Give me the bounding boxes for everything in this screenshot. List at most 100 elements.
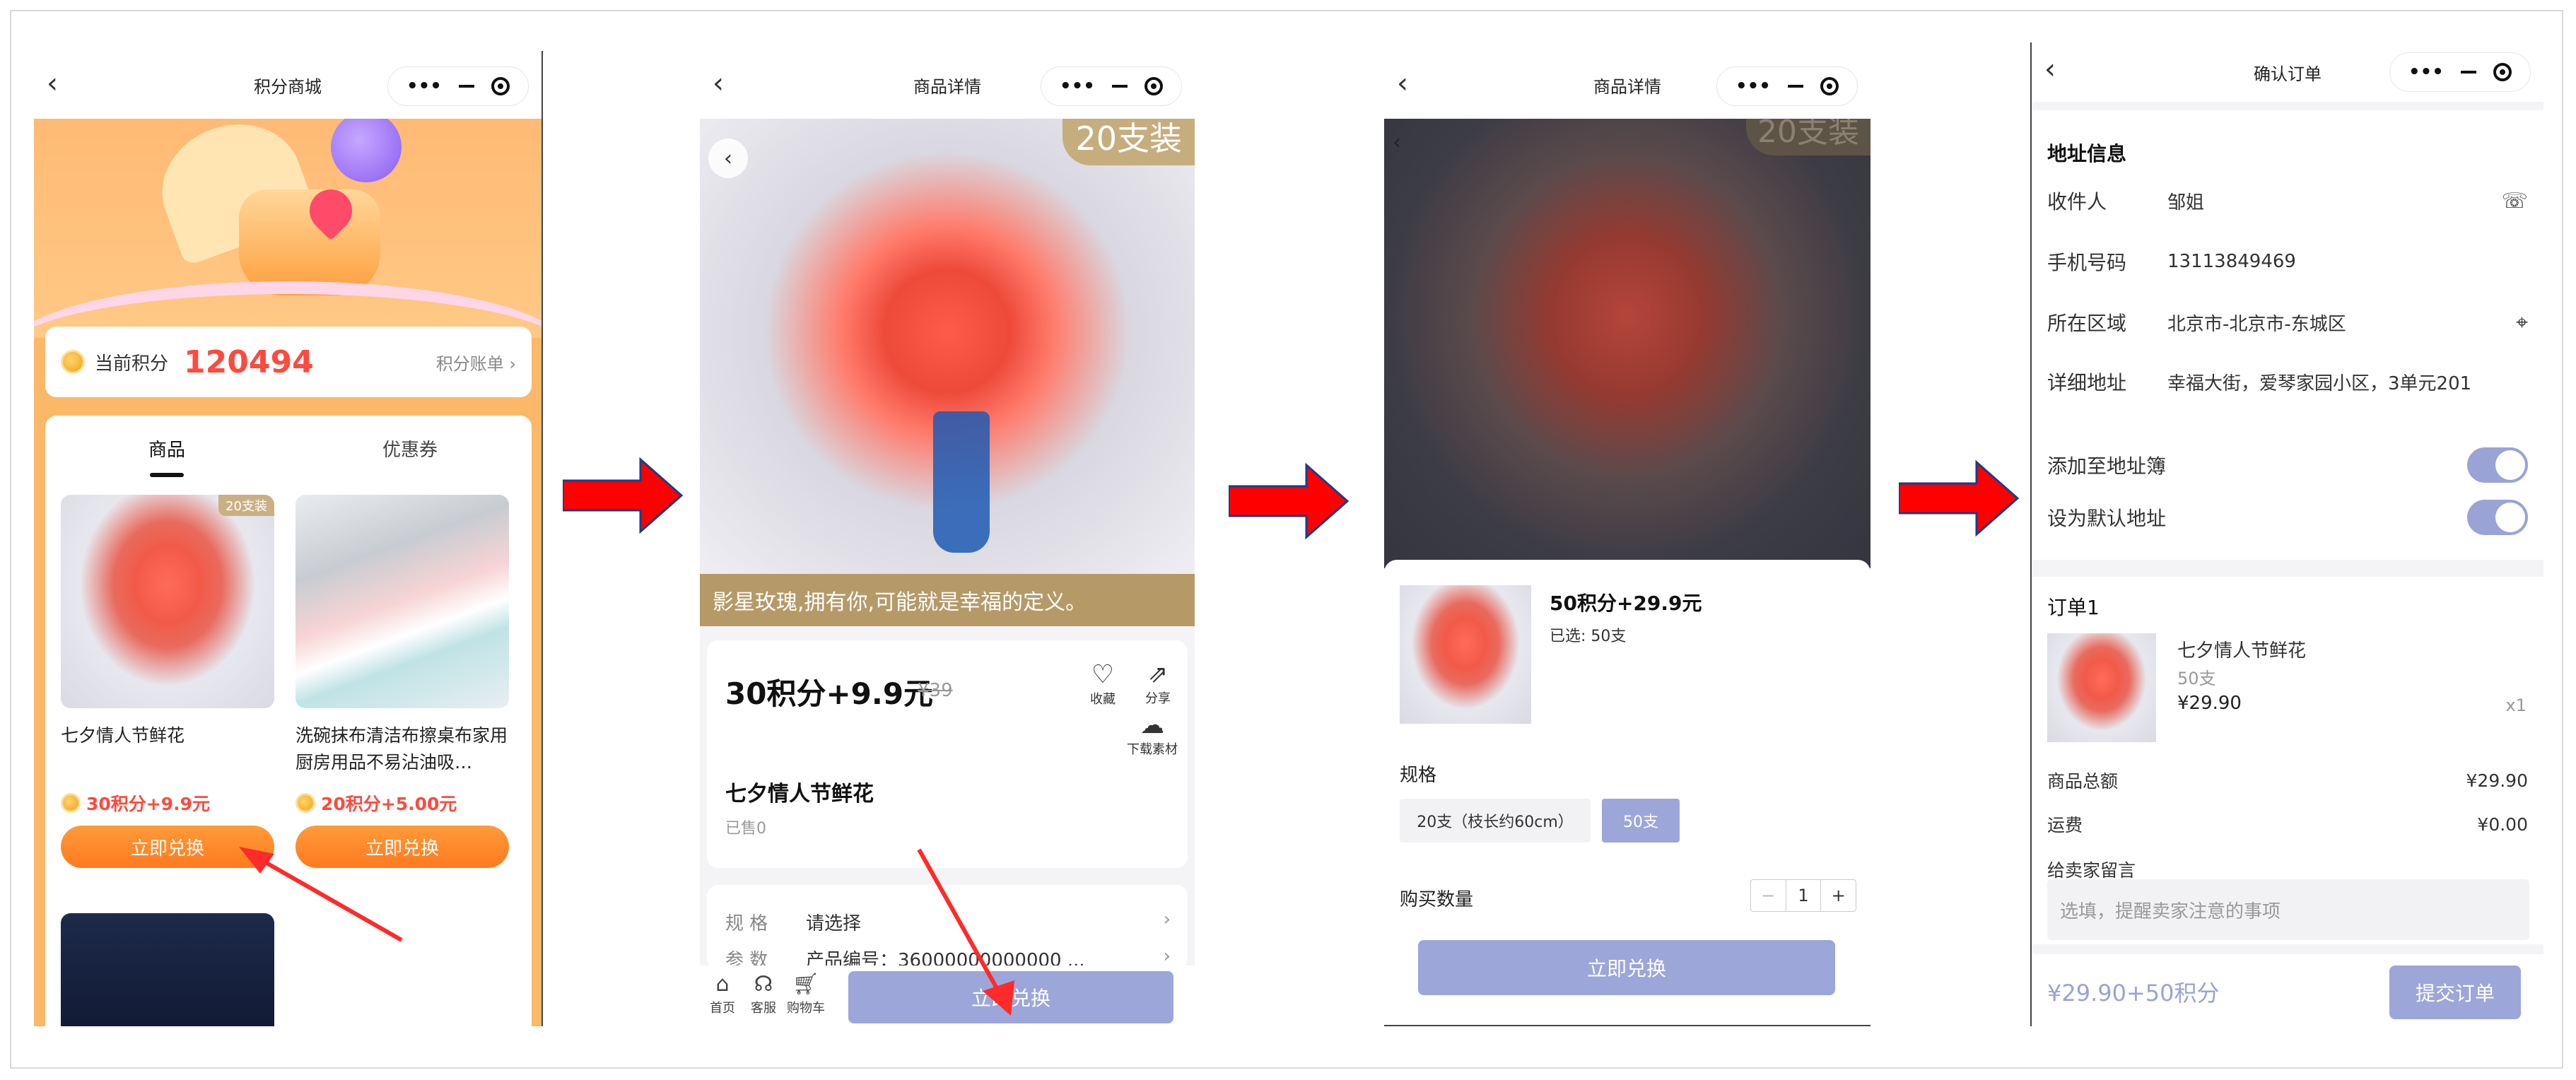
redeem-button[interactable]: 立即兑换 — [1418, 940, 1835, 995]
sold-count: 已售0 — [725, 820, 766, 838]
address-row[interactable]: 详细地址 幸福大街，爱琴家园小区，3单元201 — [2047, 368, 2528, 396]
product-gallery[interactable]: 20支装 ‹ 影星玫瑰,拥有你,可能就是幸福的定义。 — [700, 107, 1195, 626]
subtotal-row: 商品总额 ¥29.90 — [2047, 770, 2528, 792]
chevron-right-icon: › — [1163, 909, 1171, 930]
product-card[interactable]: 洗碗抹布清洁布擦桌布家用厨房用品不易沾油吸… 20积分+5.00元 立即兑换 — [295, 495, 509, 868]
seller-note-input[interactable]: 选填，提醒卖家注意的事项 — [2047, 879, 2529, 940]
item-spec: 50支 — [2177, 669, 2216, 688]
location-pin-icon[interactable]: ⌖ — [2516, 310, 2528, 335]
customer-service-button[interactable]: ☊ 客服 — [744, 971, 783, 1016]
nav-bar: ‹ 商品详情 ••• — [700, 51, 1195, 119]
submit-order-button[interactable]: 提交订单 — [2389, 965, 2521, 1019]
address-options-section: 添加至地址簿 设为默认地址 — [2032, 428, 2543, 560]
nav-bar: ‹ 积分商城 ••• — [34, 51, 541, 119]
coin-icon — [295, 793, 315, 813]
back-icon[interactable]: ‹ — [1393, 130, 1401, 155]
back-icon[interactable]: ‹ — [708, 139, 748, 178]
confirm-order-screen: ‹ 确认订单 ••• 地址信息 收件人 邹姐 ☏ 手机号码 13113849469 所… — [2030, 42, 2543, 1026]
increment-button[interactable]: + — [1820, 880, 1856, 911]
default-address-toggle[interactable] — [2467, 500, 2528, 535]
back-icon[interactable]: ‹ — [1397, 69, 1428, 100]
back-icon[interactable]: ‹ — [47, 69, 78, 100]
more-icon[interactable]: ••• — [406, 76, 442, 97]
cart-button[interactable]: 🛒︎ 购物车 — [786, 971, 826, 1016]
mini-program-capsule[interactable]: ••• — [1041, 66, 1182, 106]
close-icon[interactable] — [491, 77, 510, 95]
default-address-toggle-row[interactable]: 设为默认地址 — [2047, 496, 2528, 539]
note-label: 给卖家留言 — [2047, 860, 2136, 881]
contact-book-icon[interactable]: ☏ — [2501, 189, 2528, 213]
close-icon[interactable] — [2493, 63, 2512, 81]
tab-products[interactable]: 商品 — [45, 435, 288, 477]
selected-spec: 已选: 50支 — [1550, 628, 1627, 645]
headset-icon: ☊ — [754, 972, 773, 997]
product-tag: 20支装 — [218, 495, 274, 516]
page-title: 商品详情 — [1593, 76, 1661, 97]
phone-row[interactable]: 手机号码 13113849469 — [2047, 247, 2528, 276]
mini-program-capsule[interactable]: ••• — [2389, 52, 2531, 92]
more-icon[interactable]: ••• — [1060, 76, 1095, 97]
nav-bar: ‹ 确认订单 ••• — [2032, 42, 2543, 102]
favorite-button[interactable]: ♡ 收藏 — [1082, 660, 1124, 708]
minimize-icon[interactable] — [1787, 85, 1803, 88]
banner-image — [34, 105, 541, 338]
mini-program-capsule[interactable]: ••• — [387, 66, 529, 106]
minimize-icon[interactable] — [2460, 71, 2476, 74]
more-icon[interactable]: ••• — [1735, 76, 1771, 97]
recipient-field[interactable]: 邹姐 — [2167, 188, 2204, 214]
photo-caption: 影星玫瑰,拥有你,可能就是幸福的定义。 — [700, 574, 1195, 626]
address-section: 地址信息 收件人 邹姐 ☏ 手机号码 13113849469 所在区域 北京市-北京市-… — [2032, 110, 2543, 435]
order-total: ¥29.90+50积分 — [2047, 980, 2220, 1006]
home-button[interactable]: ⌂ 首页 — [703, 971, 742, 1016]
product-image[interactable]: 20支装 — [61, 495, 274, 708]
more-icon[interactable]: ••• — [2408, 61, 2444, 83]
pointer-arrow — [239, 847, 403, 942]
close-icon[interactable] — [1820, 77, 1839, 95]
quantity-label: 购买数量 — [1400, 889, 1474, 910]
product-thumbnail — [1400, 585, 1531, 724]
spec-option-selected[interactable]: 50支 — [1602, 799, 1680, 843]
region-row[interactable]: 所在区域 北京市-北京市-东城区 ⌖ — [2047, 308, 2528, 336]
address-header: 地址信息 — [2047, 142, 2127, 165]
checkout-bar: ¥29.90+50积分 提交订单 — [2032, 954, 2543, 1026]
item-price: ¥29.90 — [2177, 693, 2242, 714]
minimize-icon[interactable] — [458, 85, 474, 88]
spec-option[interactable]: 20支（枝长约60cm） — [1400, 799, 1591, 843]
decrement-button[interactable]: − — [1751, 880, 1786, 911]
back-icon[interactable]: ‹ — [713, 69, 744, 100]
product-card[interactable]: 20支装 七夕情人节鲜花 30积分+9.9元 立即兑换 — [61, 495, 274, 868]
recipient-row[interactable]: 收件人 邹姐 ☏ — [2047, 187, 2528, 215]
home-icon: ⌂ — [715, 972, 730, 997]
address-book-toggle[interactable] — [2467, 447, 2528, 483]
coin-icon — [61, 350, 85, 374]
flow-arrow — [561, 457, 684, 534]
minimize-icon[interactable] — [1111, 85, 1128, 88]
flow-arrow — [1227, 462, 1350, 540]
save-address-toggle-row[interactable]: 添加至地址簿 — [2047, 444, 2528, 486]
download-material-button[interactable]: ☁ 下载素材 — [1117, 711, 1188, 758]
tab-coupons[interactable]: 优惠券 — [288, 435, 532, 462]
back-icon[interactable]: ‹ — [2044, 55, 2076, 86]
heart-icon: ♡ — [1091, 660, 1115, 689]
close-icon[interactable] — [1144, 77, 1163, 95]
tab-bar: 商品 优惠券 — [45, 416, 532, 481]
quantity-stepper[interactable]: − 1 + — [1750, 879, 1856, 912]
page-title: 积分商城 — [254, 76, 322, 97]
product-image[interactable] — [295, 495, 509, 708]
share-button[interactable]: ⇗ 分享 — [1137, 660, 1179, 707]
item-quantity: x1 — [2505, 695, 2527, 715]
original-price: ¥39 — [918, 680, 953, 701]
item-name: 七夕情人节鲜花 — [2177, 640, 2307, 662]
dimmed-product-photo[interactable]: 20支装 ‹ — [1384, 102, 1870, 568]
address-field[interactable]: 幸福大街，爱琴家园小区，3单元201 — [2167, 369, 2471, 395]
product-price: 30积分+9.9元 — [61, 790, 274, 816]
cart-icon: 🛒︎ — [792, 972, 820, 997]
mini-program-capsule[interactable]: ••• — [1716, 66, 1858, 106]
phone-field[interactable]: 13113849469 — [2167, 251, 2296, 272]
quantity-value[interactable]: 1 — [1785, 880, 1821, 911]
region-field[interactable]: 北京市-北京市-东城区 — [2167, 310, 2346, 336]
page-title: 商品详情 — [913, 76, 981, 97]
points-mall-screen: ‹ 积分商城 ••• 当前积分 120494 积分账单 › 商品 优惠券 20支… — [34, 51, 543, 1026]
points-ledger-link[interactable]: 积分账单 › — [436, 350, 516, 375]
order-header: 订单1 — [2047, 596, 2100, 619]
